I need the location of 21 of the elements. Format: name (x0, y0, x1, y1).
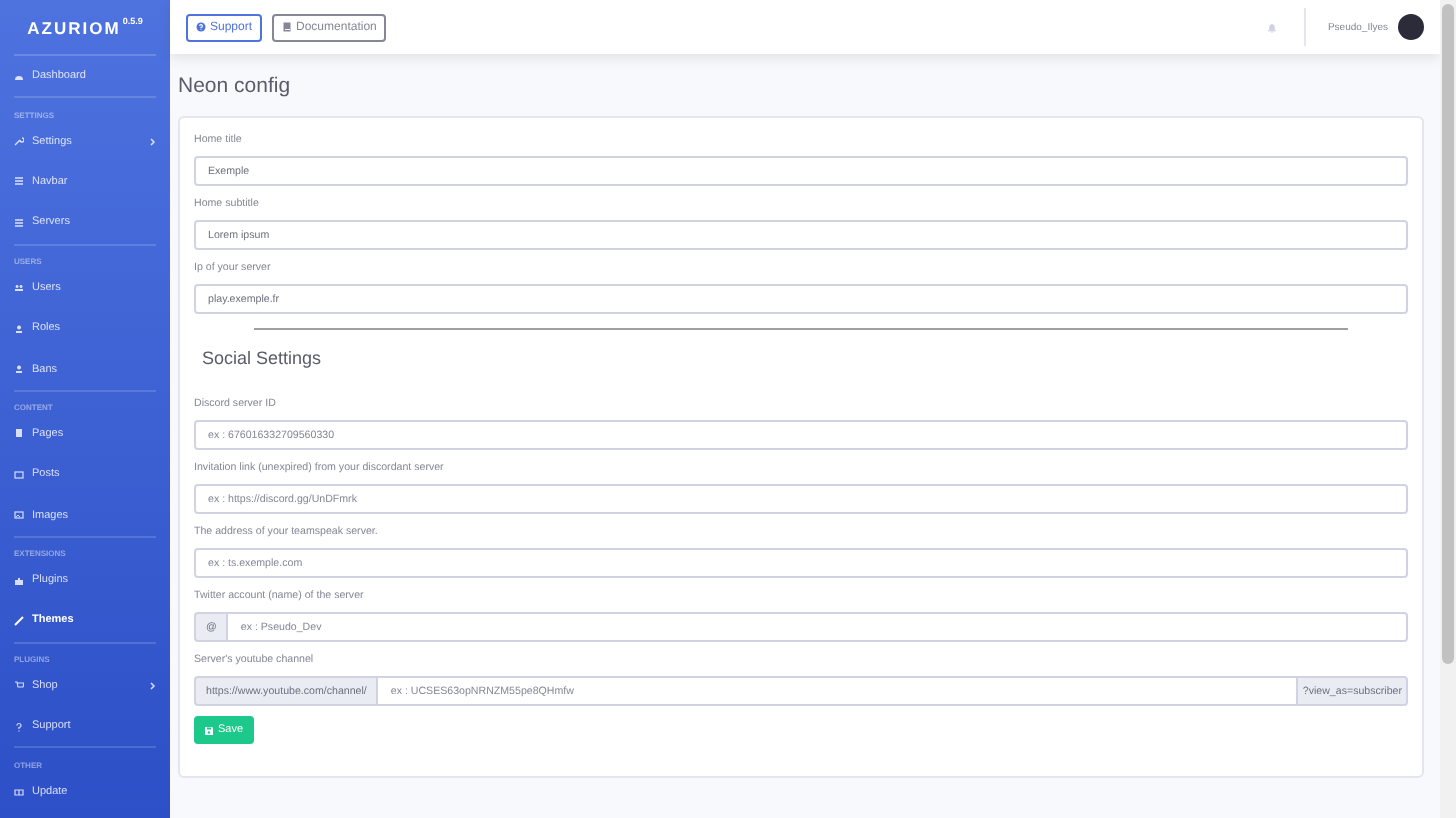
logo-text: AZURIOM (27, 17, 121, 37)
users-icon (14, 282, 24, 293)
user-icon (14, 364, 24, 375)
avatar[interactable] (1398, 14, 1424, 40)
list-icon (14, 176, 24, 187)
question-icon (196, 22, 206, 32)
bell-icon[interactable] (1265, 21, 1278, 33)
page-title: Neon config (178, 74, 293, 100)
user-icon (14, 323, 24, 334)
book-icon (282, 22, 293, 32)
image-icon (14, 510, 24, 521)
list-icon (14, 217, 24, 228)
cart-icon (14, 680, 24, 691)
section-heading: Social Settings (202, 348, 324, 368)
puzzle-icon (14, 575, 24, 586)
floppy-disk-icon (204, 725, 214, 735)
brush-icon (14, 615, 24, 626)
scrollbar[interactable] (1440, 0, 1456, 818)
file-icon (14, 428, 24, 439)
card-icon (14, 469, 24, 480)
question-icon (14, 721, 24, 732)
